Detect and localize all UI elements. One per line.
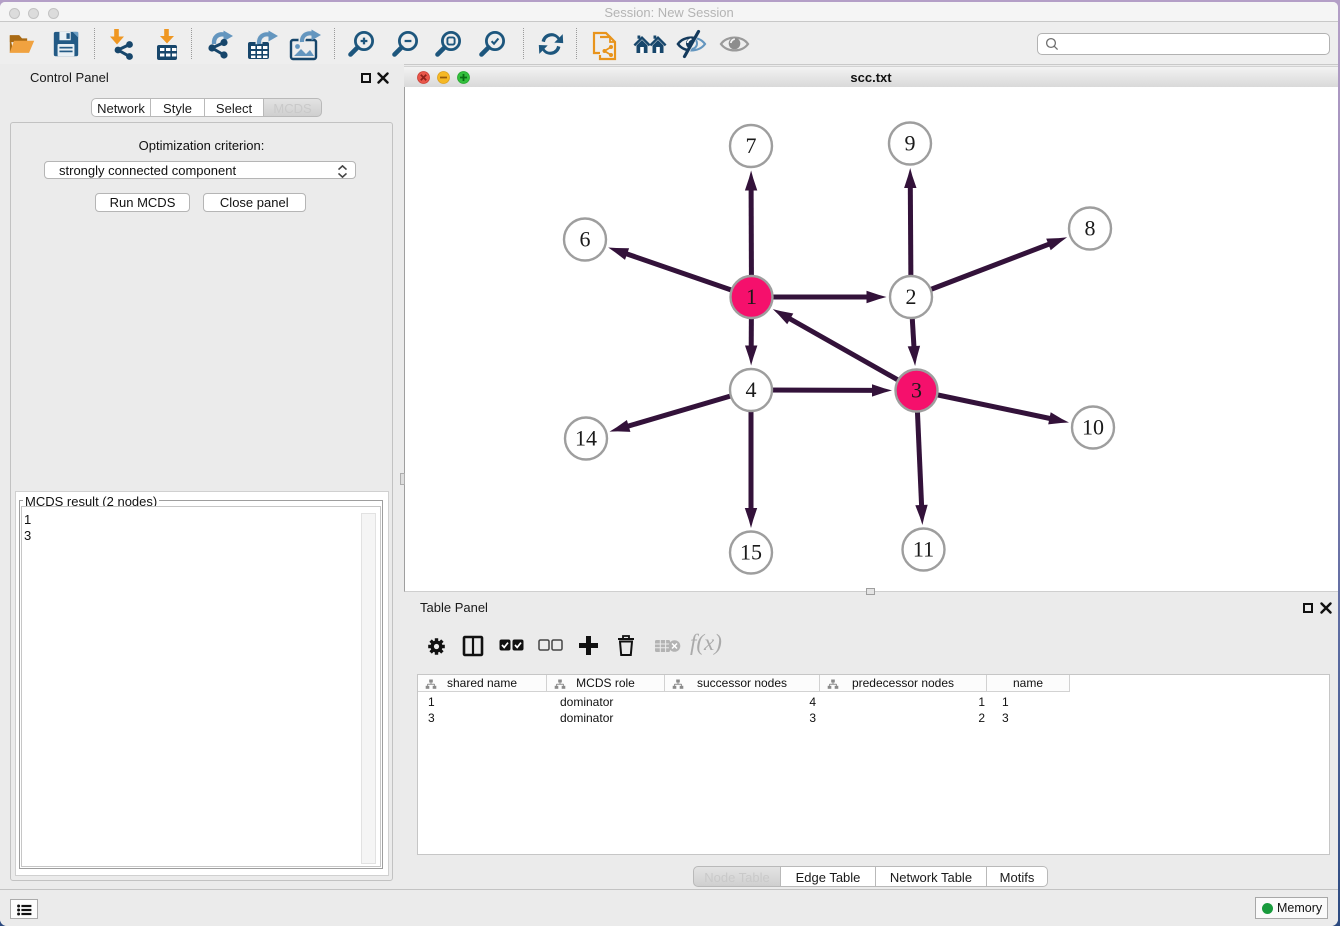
svg-text:7: 7 [746, 133, 757, 158]
svg-text:14: 14 [575, 426, 597, 451]
svg-text:9: 9 [905, 131, 916, 156]
svg-text:10: 10 [1082, 415, 1104, 440]
svg-text:3: 3 [911, 378, 922, 403]
svg-text:8: 8 [1085, 216, 1096, 241]
svg-text:4: 4 [746, 377, 757, 402]
svg-text:6: 6 [580, 227, 591, 252]
svg-text:1: 1 [746, 284, 757, 309]
svg-text:11: 11 [913, 537, 934, 562]
svg-text:15: 15 [740, 540, 762, 565]
svg-text:2: 2 [906, 284, 917, 309]
